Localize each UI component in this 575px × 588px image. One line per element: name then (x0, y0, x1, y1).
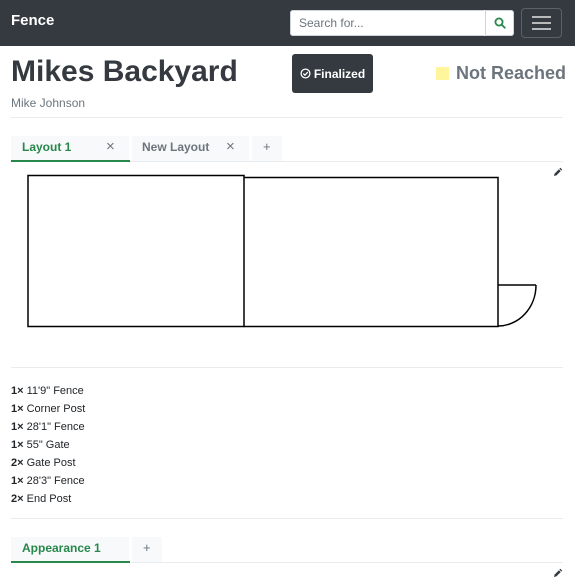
list-item: 2× End Post (11, 493, 72, 505)
gate-swing-arc (497, 284, 537, 327)
list-item: 1× 55" Gate (11, 439, 70, 451)
fence-section (27, 174, 245, 328)
finalized-button[interactable]: Finalized (292, 54, 373, 93)
top-navbar: Fence (0, 0, 575, 46)
list-item: 1× 11'9" Fence (11, 385, 84, 397)
status-color-swatch (436, 66, 449, 80)
close-icon[interactable]: × (106, 139, 115, 155)
fence-section (244, 176, 499, 328)
add-appearance-tab[interactable]: + (143, 540, 151, 555)
page-title: Mikes Backyard (11, 55, 238, 88)
parts-list: 1× 11'9" Fence 1× Corner Post 1× 28'1" F… (11, 382, 85, 508)
list-item: 1× 28'1" Fence (11, 421, 85, 433)
hamburger-menu-icon (532, 16, 551, 18)
active-tab-indicator (11, 561, 130, 563)
search-icon (494, 17, 506, 29)
tab-new-layout[interactable]: New Layout (142, 140, 209, 154)
close-icon[interactable]: × (226, 139, 235, 155)
divider (11, 367, 563, 368)
appearance-tabs: Appearance 1 + (11, 537, 563, 563)
active-tab-indicator (11, 160, 130, 162)
search-button[interactable] (485, 10, 514, 36)
divider (11, 117, 563, 118)
owner-name: Mike Johnson (11, 96, 86, 110)
status-indicator: Not Reached (436, 62, 566, 84)
list-item: 1× 28'3" Fence (11, 475, 85, 487)
check-circle-icon (300, 68, 311, 79)
status-label: Not Reached (456, 62, 567, 83)
menu-toggle-button[interactable] (521, 8, 562, 38)
list-item: 1× Corner Post (11, 403, 86, 415)
divider (11, 518, 563, 519)
brand-logo[interactable]: Fence (11, 12, 54, 29)
layout-tabs: Layout 1 × New Layout × + (11, 136, 563, 162)
add-layout-tab[interactable]: + (263, 139, 271, 154)
search-form (290, 10, 514, 36)
tab-layout-1[interactable]: Layout 1 (22, 140, 71, 154)
search-input[interactable] (290, 10, 484, 36)
fence-layout-canvas[interactable] (0, 165, 575, 340)
list-item: 2× Gate Post (11, 457, 76, 469)
tab-appearance-1[interactable]: Appearance 1 (22, 541, 101, 555)
pencil-icon[interactable] (552, 567, 564, 579)
finalized-label: Finalized (313, 66, 366, 81)
